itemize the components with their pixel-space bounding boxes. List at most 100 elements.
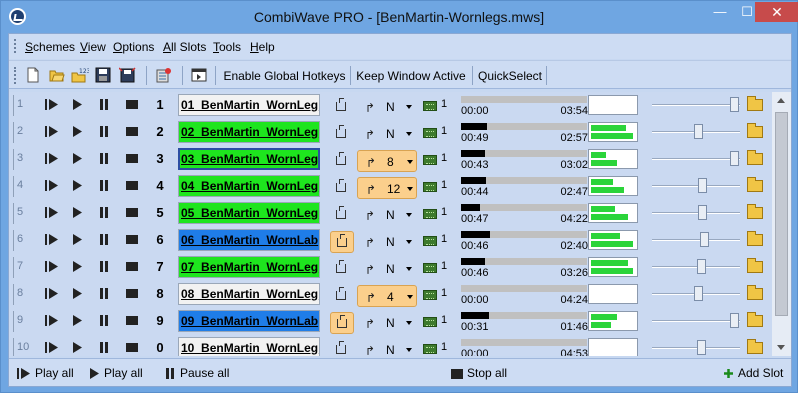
play-from-start-icon[interactable] (45, 261, 59, 272)
loop-toggle-button[interactable] (330, 177, 354, 199)
slot-name-field[interactable]: 09_BenMartin_WornLab (178, 310, 320, 332)
volume-slider-thumb[interactable] (694, 124, 703, 139)
pause-icon[interactable] (99, 207, 110, 218)
play-icon[interactable] (72, 153, 83, 164)
close-button[interactable]: ✕ (755, 2, 798, 22)
row-drag-handle[interactable] (13, 257, 14, 278)
save-all-icon[interactable] (119, 67, 136, 83)
scroll-thumb[interactable] (775, 112, 788, 316)
sound-card-icon[interactable] (423, 290, 437, 300)
vertical-scrollbar[interactable] (772, 92, 791, 356)
slot-name-field[interactable]: 04_BenMartin_WornLeg (178, 175, 320, 197)
slot-row[interactable]: 2 2 02_BenMartin_WornLeg ↱ N 1 00:49 02:57 (9, 119, 769, 146)
loop-toggle-button[interactable] (330, 258, 354, 280)
repeat-dropdown[interactable]: ↱ N (357, 96, 417, 118)
volume-slider-thumb[interactable] (730, 151, 739, 166)
loop-toggle-button[interactable] (330, 123, 354, 145)
slot-name-field[interactable]: 02_BenMartin_WornLeg (178, 121, 320, 143)
stop-icon[interactable] (126, 153, 138, 164)
repeat-dropdown[interactable]: ↱ N (357, 231, 417, 253)
repeat-dropdown[interactable]: ↱ N (357, 312, 417, 334)
row-drag-handle[interactable] (13, 338, 14, 356)
open-file-folder-icon[interactable] (747, 339, 763, 354)
playback-progress[interactable] (461, 339, 587, 346)
quickselect-button[interactable]: QuickSelect (475, 66, 545, 86)
volume-slider-thumb[interactable] (730, 313, 739, 328)
volume-slider-thumb[interactable] (698, 205, 707, 220)
pause-all-button[interactable]: Pause all (165, 366, 229, 380)
volume-slider[interactable] (652, 212, 740, 214)
playback-progress[interactable] (461, 123, 587, 130)
sound-card-icon[interactable] (423, 317, 437, 327)
new-file-icon[interactable] (25, 67, 41, 83)
pause-icon[interactable] (99, 126, 110, 137)
volume-slider[interactable] (652, 239, 740, 241)
playback-progress[interactable] (461, 312, 587, 319)
repeat-dropdown[interactable]: ↱ N (357, 204, 417, 226)
play-icon[interactable] (72, 261, 83, 272)
play-from-start-icon[interactable] (45, 234, 59, 245)
pause-icon[interactable] (99, 342, 110, 353)
settings-icon[interactable] (155, 67, 171, 83)
toolbar-grip[interactable] (14, 67, 17, 84)
pause-icon[interactable] (99, 180, 110, 191)
volume-slider[interactable] (652, 158, 740, 160)
slot-name-field[interactable]: 06_BenMartin_WornLab (178, 229, 320, 251)
slot-row[interactable]: 7 7 07_BenMartin_WornLeg ↱ N 1 00:46 03:26 (9, 254, 769, 281)
slot-name-field[interactable]: 10_BenMartin_WornLeg (178, 337, 320, 356)
volume-slider-thumb[interactable] (697, 340, 706, 355)
loop-toggle-button[interactable] (330, 312, 354, 334)
play-icon[interactable] (72, 342, 83, 353)
menu-schemes[interactable]: Schemes (25, 40, 75, 54)
menu-tools[interactable]: Tools (213, 40, 241, 54)
stop-icon[interactable] (126, 315, 138, 326)
sound-card-icon[interactable] (423, 209, 437, 219)
playback-progress[interactable] (461, 231, 587, 238)
play-from-start-icon[interactable] (45, 126, 59, 137)
stop-icon[interactable] (126, 180, 138, 191)
row-drag-handle[interactable] (13, 149, 14, 170)
play-icon[interactable] (72, 315, 83, 326)
scroll-up-icon[interactable] (777, 98, 785, 103)
row-drag-handle[interactable] (13, 95, 14, 116)
volume-slider-thumb[interactable] (700, 232, 709, 247)
slot-row[interactable]: 6 6 06_BenMartin_WornLab ↱ N 1 00:46 02:40 (9, 227, 769, 254)
play-icon[interactable] (72, 99, 83, 110)
loop-toggle-button[interactable] (330, 204, 354, 226)
add-slot-button[interactable]: Add Slot (723, 366, 783, 380)
menu-all-slots[interactable]: All Slots (163, 40, 206, 54)
slot-row[interactable]: 1 1 01_BenMartin_WornLeg ↱ N 1 00:00 03:54 (9, 92, 769, 119)
playback-progress[interactable] (461, 177, 587, 184)
play-from-start-icon[interactable] (45, 153, 59, 164)
volume-slider[interactable] (652, 104, 740, 106)
play-all-second-button[interactable]: Play all (89, 366, 143, 380)
save-icon[interactable] (95, 67, 111, 83)
playback-progress[interactable] (461, 150, 587, 157)
play-all-button[interactable]: Play all (17, 366, 74, 380)
stop-icon[interactable] (126, 342, 138, 353)
volume-slider[interactable] (652, 320, 740, 322)
volume-slider[interactable] (652, 347, 740, 349)
slot-row[interactable]: 9 9 09_BenMartin_WornLab ↱ N 1 00:31 01:46 (9, 308, 769, 335)
play-icon[interactable] (72, 126, 83, 137)
menu-options[interactable]: Options (113, 40, 154, 54)
slot-row[interactable]: 8 8 08_BenMartin_WornLeg ↱ 4 1 00:00 04:24 (9, 281, 769, 308)
volume-slider-thumb[interactable] (694, 286, 703, 301)
pause-icon[interactable] (99, 288, 110, 299)
open-file-folder-icon[interactable] (747, 231, 763, 246)
play-icon[interactable] (72, 180, 83, 191)
slot-row[interactable]: 3 3 03_BenMartin_WornLeg ↱ 8 1 00:43 03:02 (9, 146, 769, 173)
menu-help[interactable]: Help (250, 40, 275, 54)
scroll-down-icon[interactable] (777, 345, 785, 350)
slot-name-field[interactable]: 05_BenMartin_WornLeg (178, 202, 320, 224)
repeat-dropdown[interactable]: ↱ 8 (357, 150, 417, 172)
loop-toggle-button[interactable] (330, 339, 354, 356)
stop-all-button[interactable]: Stop all (451, 366, 507, 380)
stop-icon[interactable] (126, 288, 138, 299)
title-bar[interactable]: CombiWave PRO - [BenMartin-Wornlegs.mws]… (1, 1, 798, 33)
loop-toggle-button[interactable] (330, 96, 354, 118)
volume-slider-thumb[interactable] (698, 178, 707, 193)
slot-name-field[interactable]: 07_BenMartin_WornLeg (178, 256, 320, 278)
open-file-folder-icon[interactable] (747, 123, 763, 138)
slot-row[interactable]: 4 4 04_BenMartin_WornLeg ↱ 12 1 00:44 02:47 (9, 173, 769, 200)
